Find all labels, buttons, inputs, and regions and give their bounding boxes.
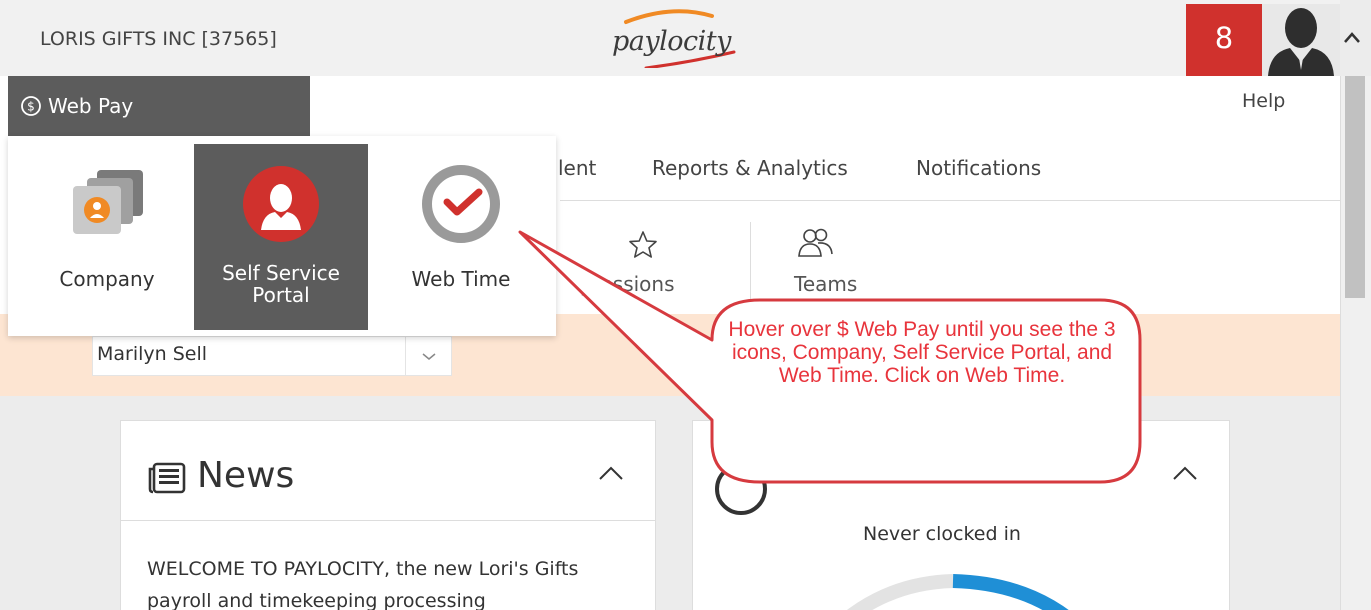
user-silhouette-icon bbox=[1268, 8, 1334, 76]
chevron-up-icon[interactable] bbox=[597, 463, 625, 483]
svg-text:$: $ bbox=[27, 100, 35, 114]
dollar-circle-icon: $ bbox=[21, 96, 41, 116]
help-link[interactable]: Help bbox=[1242, 90, 1285, 112]
clock-check-icon bbox=[422, 165, 500, 243]
sub-nav-separator bbox=[750, 222, 751, 302]
tab-reports-analytics[interactable]: Reports & Analytics bbox=[652, 156, 848, 180]
nav-divider bbox=[560, 200, 1340, 201]
logo-text: paylocity bbox=[612, 26, 731, 57]
news-body: WELCOME TO PAYLOCITY, the new Lori's Gif… bbox=[147, 558, 579, 610]
scrollbar-thumb[interactable] bbox=[1345, 76, 1365, 298]
self-service-line-2: Portal bbox=[252, 283, 310, 307]
user-circle-icon bbox=[243, 166, 319, 242]
web-time-label: Web Time bbox=[411, 267, 511, 291]
web-pay-flyout: Company Self Service Portal Web Time bbox=[8, 136, 556, 336]
web-pay-label: Web Pay bbox=[48, 94, 134, 118]
tab-talent[interactable]: lent bbox=[558, 156, 596, 180]
teams-label: Teams bbox=[794, 272, 858, 296]
employee-select[interactable]: Marilyn Sell bbox=[92, 336, 452, 376]
callout-text: Hover over $ Web Pay until you see the 3… bbox=[728, 318, 1116, 387]
self-service-portal-menu-item[interactable]: Self Service Portal bbox=[194, 144, 368, 330]
web-time-menu-item[interactable]: Web Time bbox=[374, 144, 548, 330]
paylocity-logo[interactable]: paylocity bbox=[612, 6, 742, 68]
web-pay-menu-button[interactable]: $ Web Pay bbox=[8, 76, 310, 136]
teams-icon bbox=[798, 228, 833, 257]
employee-select-toggle[interactable] bbox=[405, 337, 451, 375]
newspaper-icon bbox=[148, 462, 186, 494]
chevron-down-icon bbox=[422, 353, 436, 360]
impressions-label: pressions bbox=[580, 272, 675, 296]
self-service-portal-label: Self Service Portal bbox=[194, 262, 368, 306]
star-icon bbox=[629, 231, 657, 258]
company-name[interactable]: LORIS GIFTS INC [37565] bbox=[40, 28, 277, 50]
avatar[interactable] bbox=[1262, 4, 1340, 76]
chevron-up-icon[interactable] bbox=[1342, 28, 1362, 48]
tab-notifications[interactable]: Notifications bbox=[916, 156, 1041, 180]
clock-status-text: Never clocked in bbox=[863, 523, 1021, 545]
news-title: News bbox=[197, 455, 295, 496]
employee-select-value: Marilyn Sell bbox=[97, 343, 208, 365]
news-card-header: News bbox=[121, 421, 655, 521]
clock-icon bbox=[715, 463, 767, 515]
news-card: News WELCOME TO PAYLOCITY, the new Lori'… bbox=[120, 420, 656, 610]
hours-gauge: 96 bbox=[846, 574, 1069, 610]
notification-badge[interactable]: 8 bbox=[1186, 4, 1262, 76]
chevron-up-icon[interactable] bbox=[1171, 463, 1199, 483]
company-label: Company bbox=[59, 267, 155, 291]
company-cards-icon bbox=[73, 170, 143, 234]
self-service-line-1: Self Service bbox=[222, 261, 340, 285]
scrollbar[interactable] bbox=[1340, 76, 1371, 610]
company-menu-item[interactable]: Company bbox=[20, 144, 194, 330]
top-bar: LORIS GIFTS INC [37565] paylocity 8 bbox=[0, 0, 1360, 76]
